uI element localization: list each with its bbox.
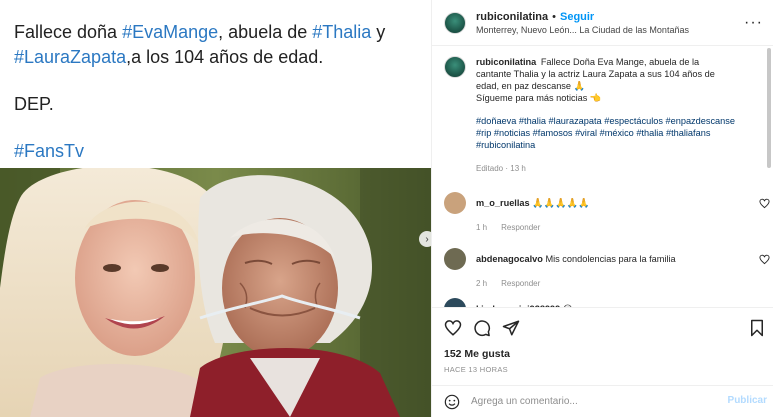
comment-meta: 2 h Responder — [476, 279, 772, 288]
commenter-username[interactable]: abdenagocalvo — [476, 254, 543, 264]
media-hashtag: #LauraZapata — [14, 47, 127, 67]
comment-bubble-icon[interactable] — [473, 319, 491, 337]
like-heart-icon[interactable] — [444, 319, 462, 337]
comment-text: m_o_ruellas 🙏🙏🙏🙏🙏 — [476, 192, 746, 209]
add-comment-bar: Agrega un comentario... Publicar — [432, 385, 773, 417]
header-text: rubiconilatina • Seguir Monterrey, Nuevo… — [476, 11, 744, 35]
reply-button[interactable]: Responder — [501, 279, 540, 288]
comments-scroll-area[interactable]: rubiconilatina Fallece Doña Eva Mange, a… — [432, 46, 773, 307]
comment-item: abdenagocalvo Mis condolencias para la f… — [444, 248, 772, 288]
reply-button[interactable]: Responder — [501, 223, 540, 232]
next-image-button[interactable]: › — [419, 231, 431, 247]
comment-time: 1 h — [476, 223, 488, 232]
emoji-icon[interactable] — [444, 394, 460, 410]
heart-icon[interactable] — [759, 198, 770, 209]
media-line-1: Fallece doña #EvaMange, abuela de #Thali… — [14, 20, 418, 45]
commenter-avatar[interactable] — [444, 248, 466, 270]
comment-text: kirshansaini938999 😌 — [476, 298, 746, 307]
caption-username[interactable]: rubiconilatina — [476, 57, 536, 67]
media-text: ,a los 104 años de edad. — [126, 47, 324, 67]
publish-button[interactable]: Publicar — [728, 395, 767, 406]
commenter-avatar[interactable] — [444, 298, 466, 307]
caption-text-2: Sígueme para más noticias 👈 — [476, 93, 602, 103]
caption-avatar[interactable] — [444, 56, 466, 78]
scrollbar[interactable] — [767, 48, 771, 168]
avatar[interactable] — [444, 11, 466, 34]
comment-item: m_o_ruellas 🙏🙏🙏🙏🙏 1 h Responder — [444, 192, 772, 232]
post-photo — [0, 168, 431, 417]
instagram-post-view: Fallece doña #EvaMange, abuela de #Thali… — [0, 0, 773, 417]
comment-text: abdenagocalvo Mis condolencias para la f… — [476, 248, 746, 265]
media-text-overlay: Fallece doña #EvaMange, abuela de #Thali… — [0, 0, 431, 168]
comment-meta: 1 h Responder — [476, 223, 772, 232]
media-line-4: #FansTv — [14, 141, 85, 161]
media-hashtag: #Thalia — [312, 22, 372, 42]
media-text: y — [371, 22, 386, 42]
comment-item: kirshansaini938999 😌 — [444, 298, 772, 307]
media-text: , abuela de — [218, 22, 313, 42]
post-header: rubiconilatina • Seguir Monterrey, Nuevo… — [432, 0, 773, 46]
caption-meta: Editado · 13 h — [476, 164, 526, 173]
comment-time: 2 h — [476, 279, 488, 288]
header-location[interactable]: Monterrey, Nuevo León... La Ciudad de la… — [476, 25, 744, 35]
likes-count[interactable]: 152 Me gusta — [432, 347, 773, 365]
comment-body: 🙏🙏🙏🙏🙏 — [532, 198, 590, 208]
bookmark-icon[interactable] — [749, 319, 765, 337]
post-caption: rubiconilatina Fallece Doña Eva Mange, a… — [432, 46, 773, 175]
chevron-right-icon: › — [425, 233, 429, 245]
caption-body: rubiconilatina Fallece Doña Eva Mange, a… — [476, 56, 736, 175]
media-line-3: DEP. — [14, 94, 54, 114]
post-time: HACE 13 HORAS — [444, 365, 508, 374]
more-options-icon[interactable]: ··· — [744, 14, 763, 32]
header-separator: • — [552, 10, 556, 23]
comment-input[interactable]: Agrega un comentario... — [471, 396, 578, 407]
commenter-username[interactable]: m_o_ruellas — [476, 198, 530, 208]
heart-icon[interactable] — [759, 254, 770, 265]
post-side-panel: rubiconilatina • Seguir Monterrey, Nuevo… — [432, 0, 773, 417]
media-line-2: #LauraZapata,a los 104 años de edad. — [14, 45, 418, 70]
share-paper-plane-icon[interactable] — [502, 319, 520, 337]
post-actions — [432, 307, 773, 347]
follow-button[interactable]: Seguir — [560, 11, 594, 23]
media-text: Fallece doña — [14, 22, 123, 42]
header-top-row: rubiconilatina • Seguir — [476, 11, 744, 23]
caption-hashtags[interactable]: #doñaeva #thalia #laurazapata #espectácu… — [476, 115, 736, 151]
media-hashtag: #EvaMange — [122, 22, 219, 42]
header-username[interactable]: rubiconilatina — [476, 11, 548, 23]
comment-body: Mis condolencias para la familia — [545, 254, 676, 264]
post-media[interactable]: Fallece doña #EvaMange, abuela de #Thali… — [0, 0, 432, 417]
commenter-avatar[interactable] — [444, 192, 466, 214]
